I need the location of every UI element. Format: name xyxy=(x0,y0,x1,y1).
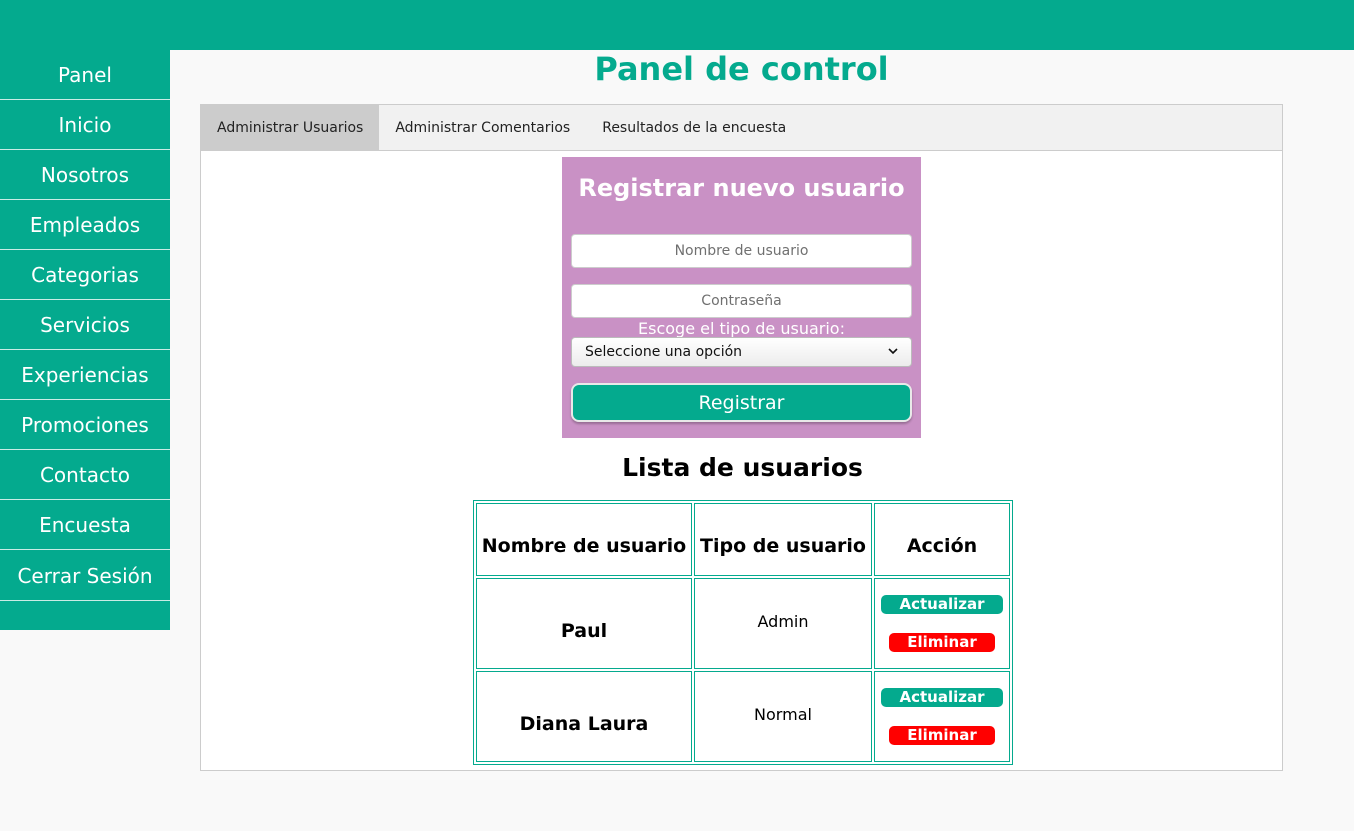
delete-button[interactable]: Eliminar xyxy=(889,633,995,652)
sidebar-item-promociones[interactable]: Promociones xyxy=(0,400,170,450)
sidebar-item-empleados[interactable]: Empleados xyxy=(0,200,170,250)
user-name-cell: Diana Laura xyxy=(476,671,692,762)
user-type-label: Escoge el tipo de usuario: xyxy=(638,319,845,338)
user-list-title: Lista de usuarios xyxy=(622,453,863,482)
sidebar-item-contacto[interactable]: Contacto xyxy=(0,450,170,500)
tab-administrar-comentarios[interactable]: Administrar Comentarios xyxy=(379,105,586,150)
user-type-cell: Admin xyxy=(694,578,872,669)
user-type-cell: Normal xyxy=(694,671,872,762)
sidebar-item-encuesta[interactable]: Encuesta xyxy=(0,500,170,550)
tab-administrar-usuarios[interactable]: Administrar Usuarios xyxy=(201,105,380,150)
sidebar-item-categorias[interactable]: Categorias xyxy=(0,250,170,300)
users-table: Nombre de usuario Tipo de usuario Acción… xyxy=(473,500,1013,765)
table-header-row: Nombre de usuario Tipo de usuario Acción xyxy=(476,503,1010,576)
register-user-form: Registrar nuevo usuario Escoge el tipo d… xyxy=(562,157,921,438)
sidebar-item-nosotros[interactable]: Nosotros xyxy=(0,150,170,200)
column-header-action: Acción xyxy=(874,503,1010,576)
sidebar-item-servicios[interactable]: Servicios xyxy=(0,300,170,350)
chevron-down-icon xyxy=(887,338,899,376)
user-name-cell: Paul xyxy=(476,578,692,669)
register-button[interactable]: Registrar xyxy=(571,383,912,422)
update-button[interactable]: Actualizar xyxy=(881,688,1003,707)
page-title: Panel de control xyxy=(594,50,889,88)
action-cell: Actualizar Eliminar xyxy=(874,578,1010,669)
password-input[interactable] xyxy=(571,284,912,318)
username-input[interactable] xyxy=(571,234,912,268)
action-cell: Actualizar Eliminar xyxy=(874,671,1010,762)
delete-button[interactable]: Eliminar xyxy=(889,726,995,745)
table-row: Diana Laura Normal Actualizar Eliminar xyxy=(476,671,1010,762)
update-button[interactable]: Actualizar xyxy=(881,595,1003,614)
table-row: Paul Admin Actualizar Eliminar xyxy=(476,578,1010,669)
user-type-select[interactable]: Seleccione una opción xyxy=(571,337,912,367)
sidebar-item-panel[interactable]: Panel xyxy=(0,50,170,100)
column-header-user-type: Tipo de usuario xyxy=(694,503,872,576)
column-header-username: Nombre de usuario xyxy=(476,503,692,576)
tab-resultados-encuesta[interactable]: Resultados de la encuesta xyxy=(586,105,802,150)
admin-panel: Administrar Usuarios Administrar Comenta… xyxy=(200,104,1283,771)
sidebar-item-cerrar-sesion[interactable]: Cerrar Sesión xyxy=(0,550,170,601)
sidebar-item-inicio[interactable]: Inicio xyxy=(0,100,170,150)
register-form-title: Registrar nuevo usuario xyxy=(578,174,905,202)
top-bar xyxy=(0,0,1354,50)
tab-bar: Administrar Usuarios Administrar Comenta… xyxy=(201,105,1282,151)
sidebar: Panel Inicio Nosotros Empleados Categori… xyxy=(0,50,170,630)
sidebar-item-experiencias[interactable]: Experiencias xyxy=(0,350,170,400)
user-type-select-value: Seleccione una opción xyxy=(585,344,743,360)
